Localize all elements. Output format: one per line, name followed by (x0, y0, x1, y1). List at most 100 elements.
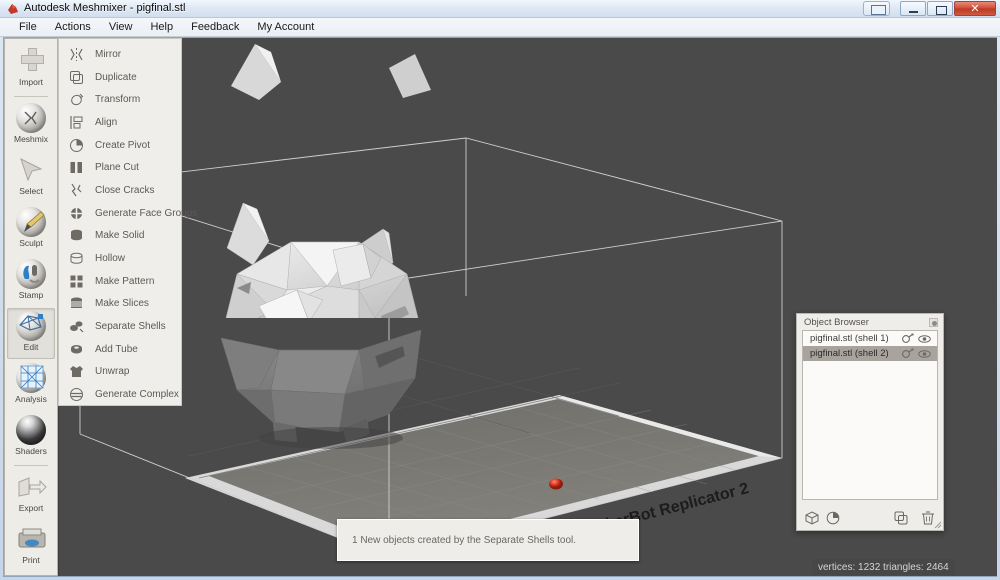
edit-item-hollow[interactable]: Hollow (59, 247, 181, 270)
edit-item-make-slices[interactable]: Make Slices (59, 293, 181, 316)
meshmixer-window: Autodesk Meshmixer - pigfinal.stl ✕ File… (0, 0, 1000, 580)
shaders-icon (13, 413, 49, 447)
tool-edit[interactable]: Edit (7, 308, 55, 359)
tool-analysis[interactable]: Analysis (7, 360, 55, 411)
maximize-button[interactable] (927, 1, 953, 16)
settings-dot-icon[interactable] (929, 317, 938, 327)
analysis-icon (13, 361, 49, 395)
tool-label: Import (18, 77, 44, 87)
transform-icon (68, 91, 85, 108)
edit-item-transform[interactable]: Transform (59, 88, 181, 111)
tool-select[interactable]: Select (7, 152, 55, 203)
make-pattern-icon (68, 273, 85, 290)
origin-marker (549, 478, 563, 490)
plus-icon (13, 44, 49, 78)
trash-icon[interactable] (921, 511, 935, 525)
object-list[interactable]: pigfinal.stl (shell 1) pigfinal.stl (she… (802, 330, 938, 500)
hollow-icon (68, 250, 85, 267)
menu-view[interactable]: View (100, 19, 142, 35)
list-item[interactable]: pigfinal.stl (shell 2) (803, 346, 937, 361)
edit-menu-panel: Mirror Duplicate Transform Align Create (58, 38, 197, 406)
edit-item-create-pivot[interactable]: Create Pivot (59, 134, 181, 157)
edit-item-unwrap[interactable]: Unwrap (59, 361, 181, 384)
minimize-button[interactable] (900, 1, 926, 16)
object-name: pigfinal.stl (shell 2) (810, 348, 889, 359)
object-browser-header: Object Browser (797, 314, 943, 330)
print-icon (13, 522, 49, 556)
window-controls: ✕ (863, 1, 996, 16)
pie-chart-icon[interactable] (826, 511, 840, 525)
meshmix-icon (13, 101, 49, 135)
tool-import[interactable]: Import (7, 43, 55, 94)
menu-my-account[interactable]: My Account (248, 19, 323, 35)
brush-icon (13, 205, 49, 239)
cube-icon[interactable] (805, 511, 819, 525)
unwrap-icon (68, 363, 85, 380)
edit-item-close-cracks[interactable]: Close Cracks (59, 179, 181, 202)
close-cracks-icon (68, 182, 85, 199)
edit-item-label: Duplicate (95, 71, 137, 83)
tool-stamp[interactable]: Stamp (7, 256, 55, 307)
edit-item-align[interactable]: Align (59, 111, 181, 134)
mirror-icon (68, 46, 85, 63)
tool-label: Shaders (15, 446, 47, 456)
menu-help[interactable]: Help (141, 19, 182, 35)
edit-item-label: Add Tube (95, 343, 138, 355)
edit-item-generate-complex[interactable]: Generate Complex (59, 383, 181, 406)
plane-cut-icon (68, 159, 85, 176)
divider (14, 96, 48, 97)
edit-item-mirror[interactable]: Mirror (59, 43, 181, 66)
object-browser-footer (797, 506, 943, 530)
resize-grip[interactable] (934, 521, 942, 529)
edit-item-label: Generate Complex (95, 389, 179, 401)
tool-label: Analysis (15, 394, 47, 404)
tool-print[interactable]: Print (7, 521, 55, 572)
generate-complex-icon (68, 386, 85, 403)
menu-actions[interactable]: Actions (46, 19, 100, 35)
make-slices-icon (68, 295, 85, 312)
tool-sculpt[interactable]: Sculpt (7, 204, 55, 255)
eye-icon[interactable] (918, 348, 931, 360)
edit-item-label: Generate Face Groups (95, 207, 198, 219)
tool-label: Edit (23, 342, 39, 352)
make-solid-icon (68, 227, 85, 244)
close-button[interactable]: ✕ (954, 1, 996, 16)
object-name: pigfinal.stl (shell 1) (810, 333, 889, 344)
tool-label: Select (19, 186, 43, 196)
aero-peek-button[interactable] (863, 1, 890, 16)
edit-item-label: Align (95, 116, 118, 128)
edit-item-generate-face-groups[interactable]: Generate Face Groups (59, 202, 197, 225)
tool-shaders[interactable]: Shaders (7, 412, 55, 463)
lock-icon[interactable] (901, 347, 914, 360)
edit-item-label: Unwrap (95, 366, 130, 378)
edit-item-add-tube[interactable]: Add Tube (59, 338, 181, 361)
tool-export[interactable]: Export (7, 469, 55, 520)
menu-feedback[interactable]: Feedback (182, 19, 248, 35)
edit-item-label: Transform (95, 94, 141, 106)
pig-model (220, 44, 431, 449)
lock-icon[interactable] (901, 332, 914, 345)
edit-item-make-pattern[interactable]: Make Pattern (59, 270, 181, 293)
object-browser-title: Object Browser (804, 316, 869, 328)
edit-item-label: Make Pattern (95, 275, 155, 287)
menu-file[interactable]: File (10, 19, 46, 35)
tool-label: Export (18, 503, 44, 513)
edit-item-make-solid[interactable]: Make Solid (59, 225, 181, 248)
edit-item-label: Plane Cut (95, 162, 139, 174)
status-toast: 1 New objects created by the Separate Sh… (337, 519, 639, 561)
edit-item-label: Close Cracks (95, 184, 155, 196)
list-item[interactable]: pigfinal.stl (shell 1) (803, 331, 937, 346)
tool-rail: Import Meshmix Select Sculpt Stamp Edit … (4, 38, 58, 576)
separate-shells-icon (68, 318, 85, 335)
face-groups-icon (68, 205, 85, 222)
eye-icon[interactable] (918, 333, 931, 345)
duplicate-icon[interactable] (894, 511, 908, 525)
edit-item-duplicate[interactable]: Duplicate (59, 66, 181, 89)
divider (14, 465, 48, 466)
tool-meshmix[interactable]: Meshmix (7, 100, 55, 151)
edit-item-label: Mirror (95, 48, 122, 60)
edit-item-separate-shells[interactable]: Separate Shells (59, 315, 181, 338)
edit-item-plane-cut[interactable]: Plane Cut (59, 156, 181, 179)
align-icon (68, 114, 85, 131)
edit-icon (13, 309, 49, 343)
